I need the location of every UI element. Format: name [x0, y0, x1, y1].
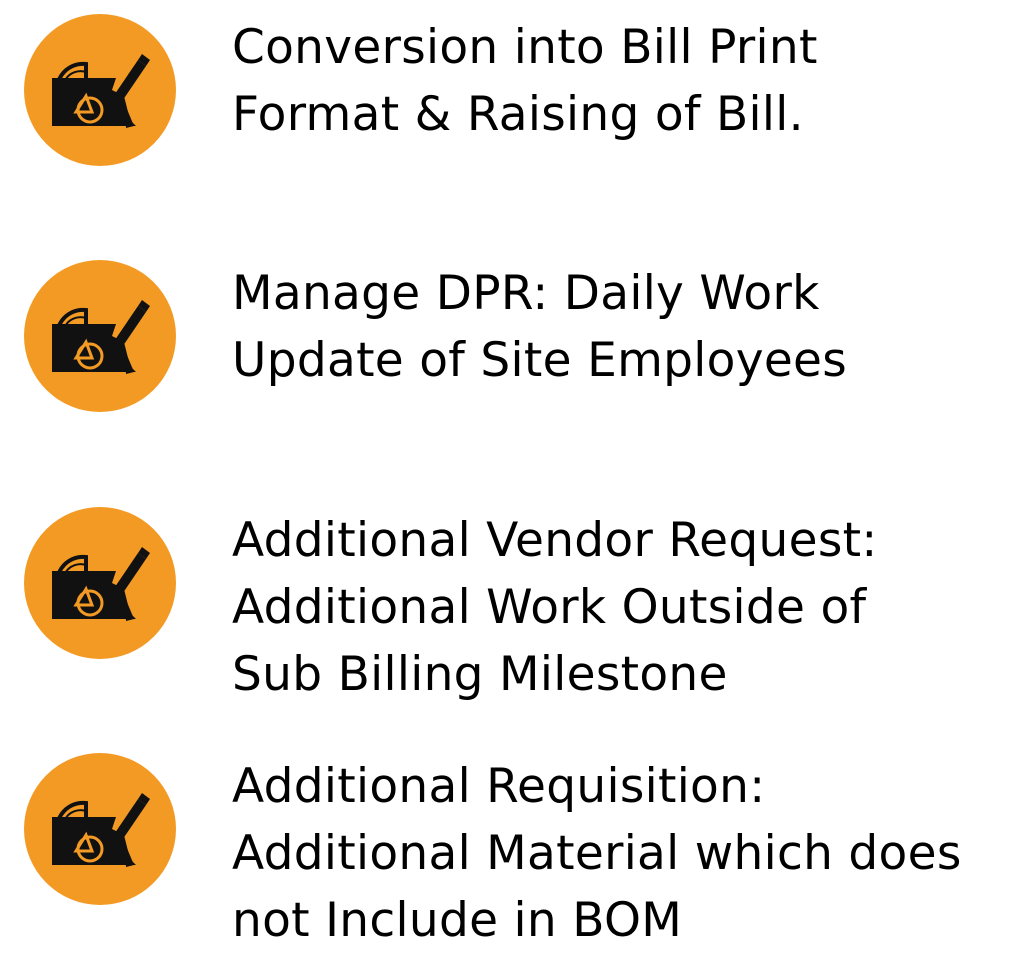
feature-text: Additional Vendor Request: Additional Wo…: [232, 507, 878, 708]
drafting-icon: [24, 753, 176, 905]
feature-text-line: Sub Billing Milestone: [232, 647, 728, 702]
drafting-icon-graphic: [52, 793, 150, 867]
feature-text: Additional Requisition: Additional Mater…: [232, 753, 962, 954]
feature-text-line: Manage DPR: Daily Work: [232, 266, 820, 321]
feature-text: Conversion into Bill Print Format & Rais…: [232, 14, 818, 148]
drafting-icon-graphic: [52, 54, 150, 128]
feature-text-line: Additional Requisition:: [232, 759, 766, 814]
drafting-icon: [24, 14, 176, 166]
feature-text-line: Additional Work Outside of: [232, 580, 867, 635]
feature-text: Manage DPR: Daily Work Update of Site Em…: [232, 260, 847, 394]
drafting-icon: [24, 507, 176, 659]
feature-text-line: Additional Material which does: [232, 826, 962, 881]
drafting-icon-graphic: [52, 547, 150, 621]
drafting-icon: [24, 260, 176, 412]
feature-text-line: Conversion into Bill Print: [232, 20, 818, 75]
drafting-icon-graphic: [52, 300, 150, 374]
feature-text-line: Update of Site Employees: [232, 333, 848, 388]
feature-text-line: Format & Raising of Bill.: [232, 87, 804, 142]
feature-text-line: Additional Vendor Request:: [232, 513, 878, 568]
